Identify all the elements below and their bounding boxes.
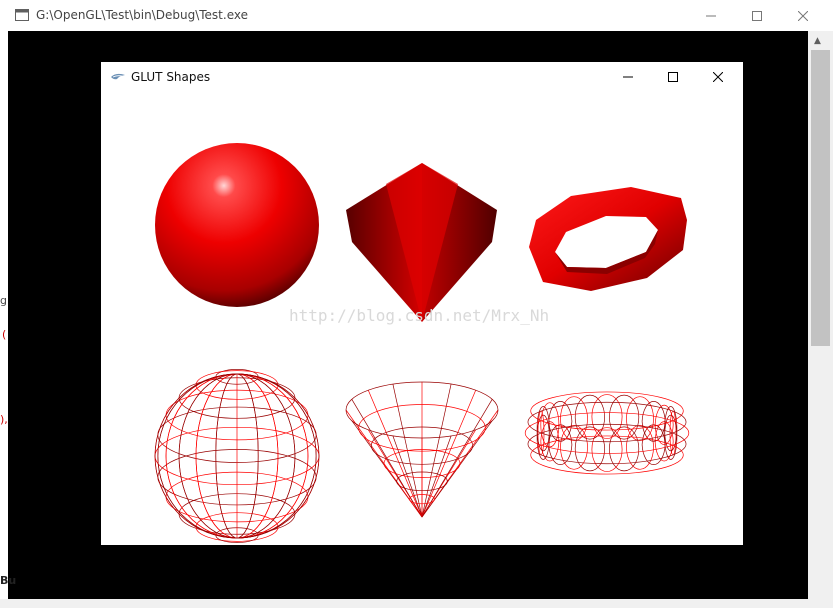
console-window: e g ( ), G:\OpenGL\Test\bin\Debug\Test.e… (0, 0, 833, 608)
minimize-icon (706, 15, 716, 16)
close-icon (713, 72, 723, 82)
scrollbar-thumb[interactable] (811, 50, 830, 346)
glut-shapes-window: GLUT Shapes http://blog.csdn.net/Mrx_Nh (101, 62, 743, 545)
wire-sphere (154, 369, 320, 543)
watermark-text: http://blog.csdn.net/Mrx_Nh (289, 306, 550, 325)
console-titlebar[interactable]: G:\OpenGL\Test\bin\Debug\Test.exe (0, 0, 833, 31)
maximize-icon (752, 10, 762, 21)
partial-text: Bu (0, 574, 17, 587)
close-icon (798, 10, 808, 21)
console-maximize-button[interactable] (734, 0, 780, 31)
partial-text: ( (2, 328, 7, 341)
glut-close-button[interactable] (695, 62, 741, 92)
solid-torus (529, 187, 687, 291)
glut-window-title: GLUT Shapes (131, 70, 211, 84)
wire-torus (524, 391, 690, 475)
background-window-edge: e g ( ), (0, 0, 8, 608)
console-window-title: G:\OpenGL\Test\bin\Debug\Test.exe (36, 8, 248, 22)
glut-app-icon (111, 73, 125, 80)
scroll-up-arrow-icon[interactable]: ▲ (814, 36, 821, 46)
wire-cone (345, 381, 499, 518)
solid-cone (346, 163, 497, 322)
console-scrollbar[interactable]: ▲ (808, 31, 833, 599)
glut-maximize-button[interactable] (650, 62, 696, 92)
solid-sphere (155, 143, 319, 307)
partial-text: ), (0, 413, 8, 426)
console-close-button[interactable] (780, 0, 826, 31)
glut-titlebar[interactable]: GLUT Shapes (101, 62, 743, 92)
console-minimize-button[interactable] (688, 0, 734, 31)
minimize-icon (623, 76, 633, 78)
console-bottom-border (0, 599, 833, 608)
console-app-icon (15, 9, 29, 21)
glut-minimize-button[interactable] (605, 62, 651, 92)
partial-text: g (0, 294, 7, 307)
maximize-icon (668, 72, 678, 82)
